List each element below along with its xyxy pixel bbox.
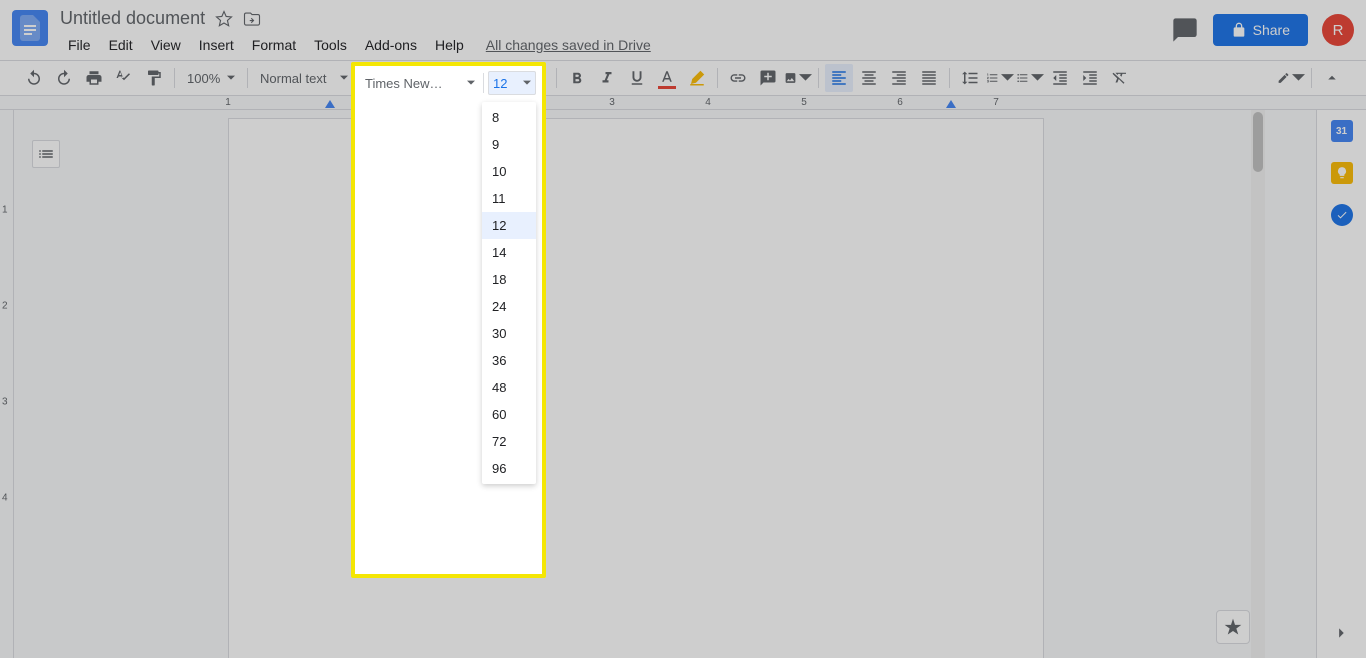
menu-edit[interactable]: Edit — [101, 33, 141, 57]
font-size-option[interactable]: 9 — [482, 131, 536, 158]
font-size-option[interactable]: 12 — [482, 212, 536, 239]
tasks-addon-icon[interactable] — [1331, 204, 1353, 226]
keep-addon-icon[interactable] — [1331, 162, 1353, 184]
menu-insert[interactable]: Insert — [191, 33, 242, 57]
docs-logo[interactable] — [12, 10, 48, 46]
insert-link-button[interactable] — [724, 64, 752, 92]
align-right-button[interactable] — [885, 64, 913, 92]
menu-file[interactable]: File — [60, 33, 99, 57]
scroll-thumb[interactable] — [1253, 112, 1263, 172]
underline-button[interactable] — [623, 64, 651, 92]
document-title[interactable]: Untitled document — [60, 8, 205, 29]
right-indent-marker[interactable] — [946, 100, 956, 108]
left-indent-marker[interactable] — [325, 100, 335, 108]
menu-format[interactable]: Format — [244, 33, 304, 57]
expand-sidepanel-icon[interactable] — [1330, 622, 1352, 644]
text-color-button[interactable] — [653, 64, 681, 92]
align-justify-button[interactable] — [915, 64, 943, 92]
font-size-option[interactable]: 72 — [482, 428, 536, 455]
menu-addons[interactable]: Add-ons — [357, 33, 425, 57]
header: Untitled document File Edit View Insert … — [0, 0, 1366, 60]
zoom-select[interactable]: 100% — [181, 65, 241, 91]
workspace: 1 2 3 4 31 — [0, 110, 1366, 658]
clear-formatting-button[interactable] — [1106, 64, 1134, 92]
title-area: Untitled document File Edit View Insert … — [60, 8, 1171, 57]
toolbar: 100% Normal text — [0, 60, 1366, 96]
align-center-button[interactable] — [855, 64, 883, 92]
menu-help[interactable]: Help — [427, 33, 472, 57]
font-size-option[interactable]: 14 — [482, 239, 536, 266]
redo-button[interactable] — [50, 64, 78, 92]
font-value: Times New… — [365, 76, 443, 91]
zoom-value: 100% — [187, 71, 220, 86]
user-avatar[interactable]: R — [1322, 14, 1354, 46]
explore-button[interactable] — [1216, 610, 1250, 644]
calendar-addon-icon[interactable]: 31 — [1331, 120, 1353, 142]
share-button[interactable]: Share — [1213, 14, 1308, 46]
font-size-option[interactable]: 60 — [482, 401, 536, 428]
collapse-toolbar-button[interactable] — [1318, 64, 1346, 92]
vertical-ruler[interactable]: 1 2 3 4 — [0, 110, 14, 658]
move-icon[interactable] — [243, 10, 261, 28]
lock-icon — [1231, 22, 1247, 38]
header-right: Share R — [1171, 14, 1354, 46]
editing-mode-button[interactable] — [1277, 64, 1305, 92]
outline-toggle-button[interactable] — [32, 140, 60, 168]
canvas-area — [14, 110, 1316, 658]
bold-button[interactable] — [563, 64, 591, 92]
font-size-option[interactable]: 8 — [482, 104, 536, 131]
vertical-scrollbar[interactable] — [1251, 110, 1265, 658]
font-size-option[interactable]: 18 — [482, 266, 536, 293]
style-value: Normal text — [260, 71, 326, 86]
line-spacing-button[interactable] — [956, 64, 984, 92]
menu-bar: File Edit View Insert Format Tools Add-o… — [60, 33, 1171, 57]
font-size-option[interactable]: 36 — [482, 347, 536, 374]
font-size-select[interactable]: 12 — [488, 71, 536, 95]
align-left-button[interactable] — [825, 64, 853, 92]
spellcheck-button[interactable] — [110, 64, 138, 92]
font-size-option[interactable]: 24 — [482, 293, 536, 320]
add-comment-button[interactable] — [754, 64, 782, 92]
paragraph-style-select[interactable]: Normal text — [254, 65, 354, 91]
increase-indent-button[interactable] — [1076, 64, 1104, 92]
print-button[interactable] — [80, 64, 108, 92]
font-size-option[interactable]: 96 — [482, 455, 536, 482]
share-label: Share — [1253, 22, 1290, 38]
italic-button[interactable] — [593, 64, 621, 92]
save-status[interactable]: All changes saved in Drive — [486, 37, 651, 53]
decrease-indent-button[interactable] — [1046, 64, 1074, 92]
menu-view[interactable]: View — [143, 33, 189, 57]
numbered-list-button[interactable] — [986, 64, 1014, 92]
font-size-value: 12 — [493, 76, 507, 91]
chevron-down-icon — [467, 79, 475, 87]
insert-image-button[interactable] — [784, 64, 812, 92]
star-icon[interactable] — [215, 10, 233, 28]
highlight-color-button[interactable] — [683, 64, 711, 92]
chevron-down-icon — [523, 79, 531, 87]
bulleted-list-button[interactable] — [1016, 64, 1044, 92]
font-size-option[interactable]: 48 — [482, 374, 536, 401]
paint-format-button[interactable] — [140, 64, 168, 92]
font-size-option[interactable]: 11 — [482, 185, 536, 212]
font-size-dropdown: 89101112141824303648607296 — [482, 102, 536, 484]
font-size-option[interactable]: 30 — [482, 320, 536, 347]
font-size-option[interactable]: 10 — [482, 158, 536, 185]
menu-tools[interactable]: Tools — [306, 33, 355, 57]
side-panel: 31 — [1316, 110, 1366, 658]
horizontal-ruler[interactable]: 1 1 2 3 4 5 6 7 — [0, 96, 1366, 110]
font-select[interactable]: Times New… — [361, 71, 479, 95]
font-size-highlight-box: Times New… 12 89101112141824303648607296 — [351, 62, 546, 578]
comments-icon[interactable] — [1171, 16, 1199, 44]
undo-button[interactable] — [20, 64, 48, 92]
